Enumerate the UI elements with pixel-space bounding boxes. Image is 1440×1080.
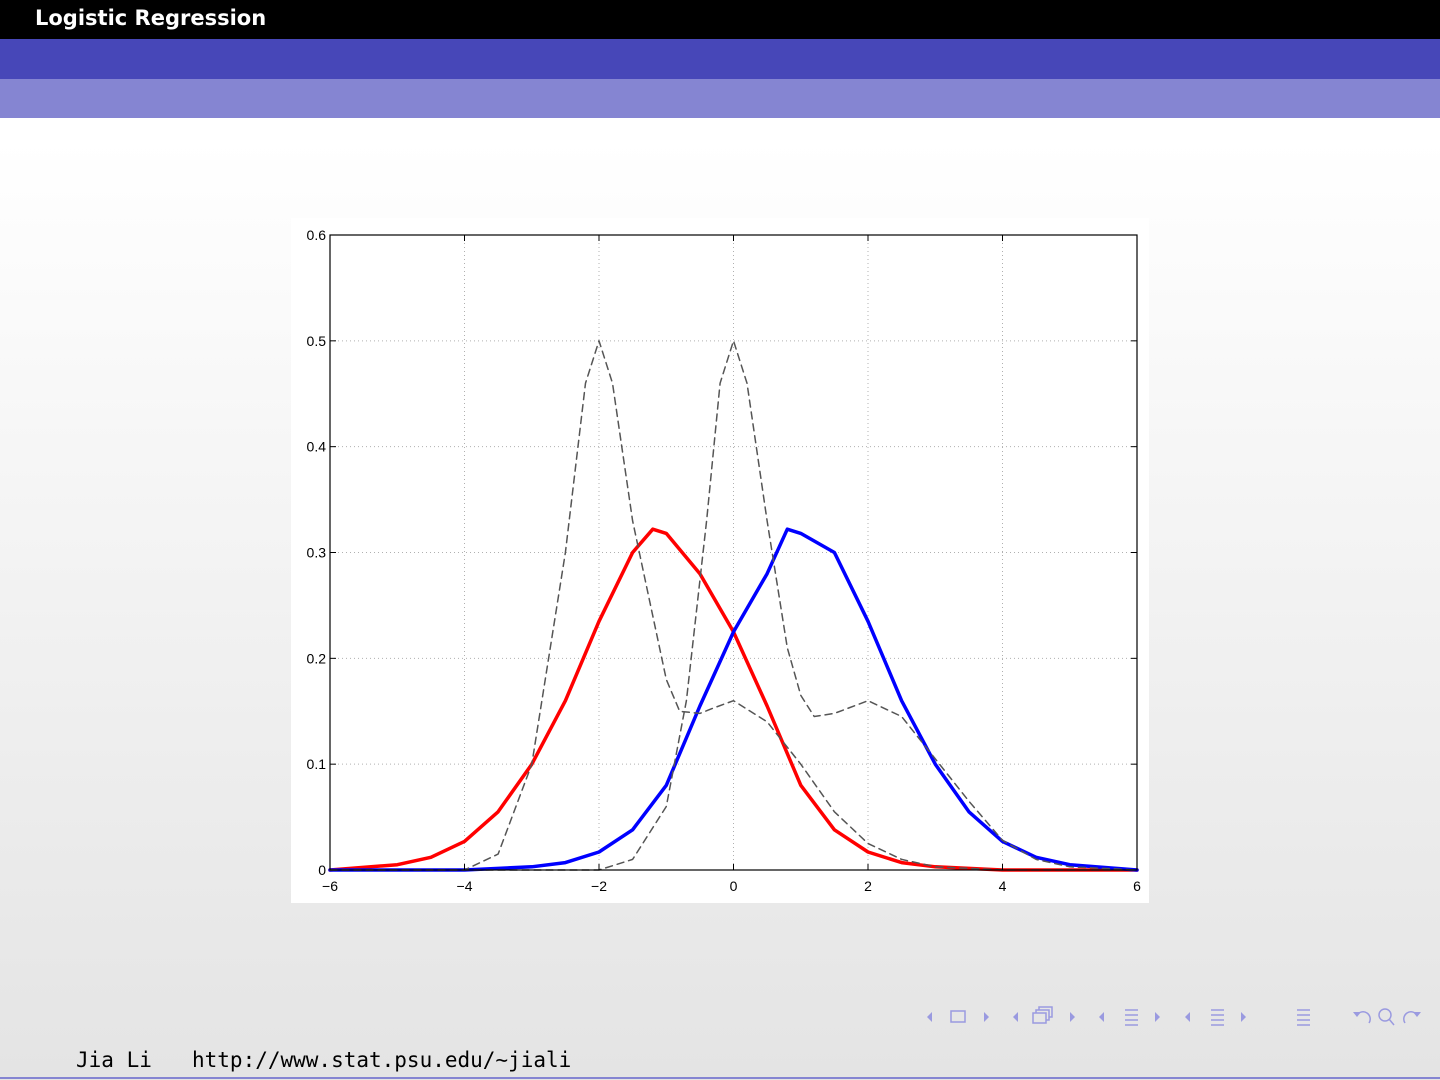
nav-subsection-icon[interactable] (1032, 1006, 1053, 1024)
nav-redo-icon[interactable] (1403, 1011, 1421, 1024)
footer-url: http://www.stat.psu.edu/∼jiali (192, 1048, 572, 1072)
chart-svg: −6 −4 −2 0 2 4 6 0 0.1 0.2 0.3 0.4 0.5 0.6 (307, 227, 1142, 894)
nav-section-icon[interactable] (1125, 1009, 1138, 1026)
y-tick-label: 0.2 (307, 650, 327, 666)
nav-subsection-prev-icon[interactable] (1013, 1012, 1018, 1022)
beamer-navigation-bar (922, 1003, 1432, 1033)
x-tick-label: −2 (591, 878, 607, 894)
nav-frame-next-icon[interactable] (984, 1012, 989, 1022)
nav-subsection-next-icon[interactable] (1070, 1012, 1075, 1022)
series-line-3 (329, 340, 1138, 871)
chart-figure: −6 −4 −2 0 2 4 6 0 0.1 0.2 0.3 0.4 0.5 0.6 (291, 218, 1149, 903)
slide-title: Logistic Regression (35, 6, 267, 30)
x-tick-label: 4 (999, 878, 1007, 894)
y-tick-label: 0.3 (307, 545, 327, 561)
footer-rule (0, 1077, 1440, 1079)
nav-slide-next-icon[interactable] (1241, 1012, 1246, 1022)
slide-footer: Jia Li http://www.stat.psu.edu/∼jiali (0, 1046, 1440, 1080)
header-title-bar: Logistic Regression (0, 0, 1440, 39)
y-tick-label: 0.1 (307, 756, 327, 772)
x-tick-label: −4 (457, 878, 473, 894)
x-tick-label: −6 (322, 878, 338, 894)
nav-align-icon[interactable] (1297, 1009, 1310, 1026)
nav-section-prev-icon[interactable] (1099, 1012, 1104, 1022)
plot-frame (329, 234, 1138, 871)
footer-author: Jia Li (76, 1048, 152, 1072)
header-band (0, 39, 1440, 79)
x-tick-label: 2 (864, 878, 872, 894)
nav-undo-icon[interactable] (1353, 1011, 1371, 1024)
nav-slide-prev-icon[interactable] (1185, 1012, 1190, 1022)
header-subband (0, 79, 1440, 118)
x-tick-label: 0 (730, 878, 738, 894)
y-tick-label: 0.4 (307, 439, 327, 455)
series-line-4 (329, 340, 1138, 871)
nav-frame-prev-icon[interactable] (927, 1012, 932, 1022)
nav-section-next-icon[interactable] (1155, 1012, 1160, 1022)
nav-frame-icon[interactable] (950, 1010, 966, 1023)
nav-slide-icon[interactable] (1211, 1009, 1224, 1026)
nav-search-icon[interactable] (1378, 1008, 1395, 1026)
y-tick-label: 0 (318, 862, 326, 878)
y-tick-label: 0.5 (307, 333, 327, 349)
y-tick-label: 0.6 (307, 227, 327, 243)
x-tick-label: 6 (1133, 878, 1141, 894)
